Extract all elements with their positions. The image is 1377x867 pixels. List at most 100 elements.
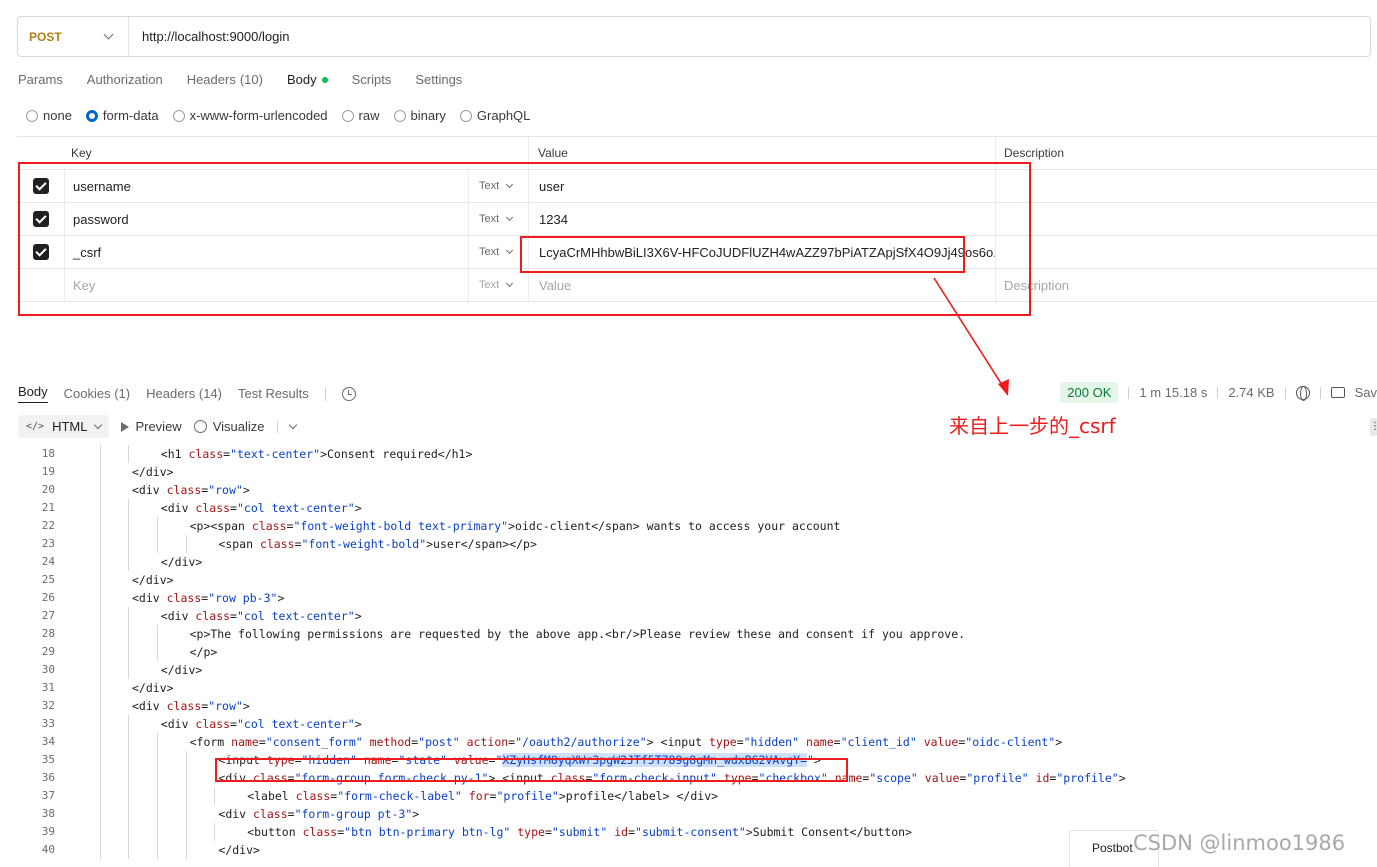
more-options-icon[interactable]: ⋮ bbox=[1370, 418, 1377, 436]
tab-settings[interactable]: Settings bbox=[415, 72, 462, 87]
save-response-icon[interactable] bbox=[1330, 387, 1345, 398]
tab-cookies[interactable]: Cookies (1) bbox=[64, 386, 130, 401]
code-line: 22 <p><span class="font-weight-bold text-… bbox=[18, 517, 1377, 535]
tab-label: Settings bbox=[415, 72, 463, 87]
code-lines: 18 <h1 class="text-center">Consent requir… bbox=[18, 445, 1377, 859]
history-icon[interactable] bbox=[341, 386, 356, 401]
tab-label: Authorization bbox=[86, 72, 163, 87]
key-placeholder[interactable]: Key bbox=[65, 269, 468, 301]
indent-guide bbox=[128, 823, 129, 841]
type-label: Text bbox=[479, 213, 500, 225]
radio-form-data[interactable]: form-data bbox=[85, 108, 159, 123]
key-cell[interactable]: _csrf bbox=[65, 236, 468, 268]
indent-guide bbox=[157, 643, 158, 661]
type-select[interactable]: Text bbox=[468, 170, 529, 202]
indent-guide bbox=[100, 535, 101, 553]
indent-guide bbox=[157, 805, 158, 823]
preview-label: Preview bbox=[135, 419, 182, 434]
indent-guide bbox=[186, 841, 187, 859]
tab-response-body[interactable]: Body bbox=[18, 384, 48, 403]
tab-scripts[interactable]: Scripts bbox=[352, 72, 392, 87]
chevron-down-icon[interactable] bbox=[288, 420, 297, 429]
watermark: CSDN @linmoo1986 bbox=[1133, 831, 1346, 855]
indent-guide bbox=[128, 625, 129, 643]
code-text: <label class="form-check-label" for="pro… bbox=[247, 789, 719, 803]
tab-headers[interactable]: Headers (10) bbox=[187, 72, 263, 87]
code-text: <h1 class="text-center">Consent required… bbox=[160, 447, 473, 461]
indent-guide bbox=[100, 625, 101, 643]
line-number: 36 bbox=[41, 771, 55, 784]
tab-label: Params bbox=[18, 72, 63, 87]
code-line: 34 <form name="consent_form" method="post… bbox=[18, 733, 1377, 751]
line-number: 24 bbox=[41, 555, 55, 568]
tab-params[interactable]: Params bbox=[18, 72, 63, 87]
type-select[interactable]: Text bbox=[468, 269, 529, 301]
code-text: </p> bbox=[189, 645, 218, 659]
indent-guide bbox=[100, 697, 101, 715]
indent-guide bbox=[157, 841, 158, 859]
preview-button[interactable]: Preview bbox=[121, 419, 182, 434]
key-cell[interactable]: password bbox=[65, 203, 468, 235]
visualize-button[interactable]: Visualize bbox=[193, 419, 265, 434]
indent-guide bbox=[100, 769, 101, 787]
key-cell[interactable]: username bbox=[65, 170, 468, 202]
chevron-down-icon bbox=[506, 180, 514, 188]
indent-guide bbox=[128, 643, 129, 661]
response-size: 2.74 KB bbox=[1228, 385, 1275, 400]
globe-icon[interactable] bbox=[1295, 385, 1310, 401]
description-cell[interactable] bbox=[996, 236, 1377, 268]
visualize-icon bbox=[193, 420, 207, 433]
code-text: <div class="form-group form-check py-1">… bbox=[218, 771, 1126, 785]
tab-count: (10) bbox=[239, 72, 263, 87]
line-number: 31 bbox=[41, 681, 55, 694]
indent-guide bbox=[128, 445, 129, 463]
indent-guide bbox=[128, 769, 129, 787]
tab-body[interactable]: Body bbox=[287, 72, 328, 87]
radio-raw[interactable]: raw bbox=[341, 108, 380, 123]
indent-guide bbox=[186, 823, 187, 841]
description-placeholder[interactable]: Description bbox=[996, 269, 1377, 301]
divider bbox=[1128, 386, 1130, 399]
indent-guide bbox=[128, 553, 129, 571]
radio-binary[interactable]: binary bbox=[393, 108, 446, 123]
code-line: 21 <div class="col text-center"> bbox=[18, 499, 1377, 517]
save-response-label[interactable]: Sav bbox=[1355, 385, 1377, 400]
line-number: 19 bbox=[41, 465, 55, 478]
value-cell[interactable]: LcyaCrMHhbwBiLI3X6V-HFCoJUDFlUZH4wAZZ97b… bbox=[529, 236, 996, 268]
indent-guide bbox=[100, 751, 101, 769]
row-checkbox[interactable] bbox=[17, 203, 65, 235]
tab-response-headers[interactable]: Headers (14) bbox=[146, 386, 222, 401]
value-cell[interactable]: 1234 bbox=[529, 203, 996, 235]
response-code-viewer[interactable]: 18 <h1 class="text-center">Consent requir… bbox=[18, 445, 1377, 867]
url-input[interactable]: http://localhost:9000/login bbox=[129, 29, 289, 44]
line-number: 21 bbox=[41, 501, 55, 514]
code-text: <form name="consent_form" method="post" … bbox=[189, 735, 1063, 749]
radio-label: GraphQL bbox=[476, 108, 531, 123]
type-select[interactable]: Text bbox=[468, 236, 529, 268]
code-text: <input type="hidden" name="state" value=… bbox=[218, 753, 821, 767]
type-select[interactable]: Text bbox=[468, 203, 529, 235]
method-select[interactable]: POST bbox=[18, 17, 129, 56]
url-bar: POST http://localhost:9000/login bbox=[17, 16, 1371, 57]
header-key: Key bbox=[65, 137, 529, 169]
radio-icon bbox=[26, 109, 38, 122]
tab-test-results[interactable]: Test Results bbox=[238, 386, 309, 401]
value-cell[interactable]: user bbox=[529, 170, 996, 202]
format-select[interactable]: </> HTML bbox=[18, 415, 110, 438]
indent-guide bbox=[100, 661, 101, 679]
row-checkbox[interactable] bbox=[17, 236, 65, 268]
radio-none[interactable]: none bbox=[26, 108, 72, 123]
code-text: <div class="col text-center"> bbox=[160, 717, 362, 731]
code-line: 25 </div> bbox=[18, 571, 1377, 589]
row-checkbox[interactable] bbox=[17, 170, 65, 202]
line-number: 33 bbox=[41, 717, 55, 730]
description-cell[interactable] bbox=[996, 203, 1377, 235]
radio-urlencoded[interactable]: x-www-form-urlencoded bbox=[172, 108, 328, 123]
indent-guide bbox=[128, 535, 129, 553]
code-text: <div class="col text-center"> bbox=[160, 501, 362, 515]
format-label: HTML bbox=[52, 419, 88, 434]
radio-graphql[interactable]: GraphQL bbox=[459, 108, 531, 123]
description-cell[interactable] bbox=[996, 170, 1377, 202]
indent-guide bbox=[100, 589, 101, 607]
tab-authorization[interactable]: Authorization bbox=[87, 72, 163, 87]
